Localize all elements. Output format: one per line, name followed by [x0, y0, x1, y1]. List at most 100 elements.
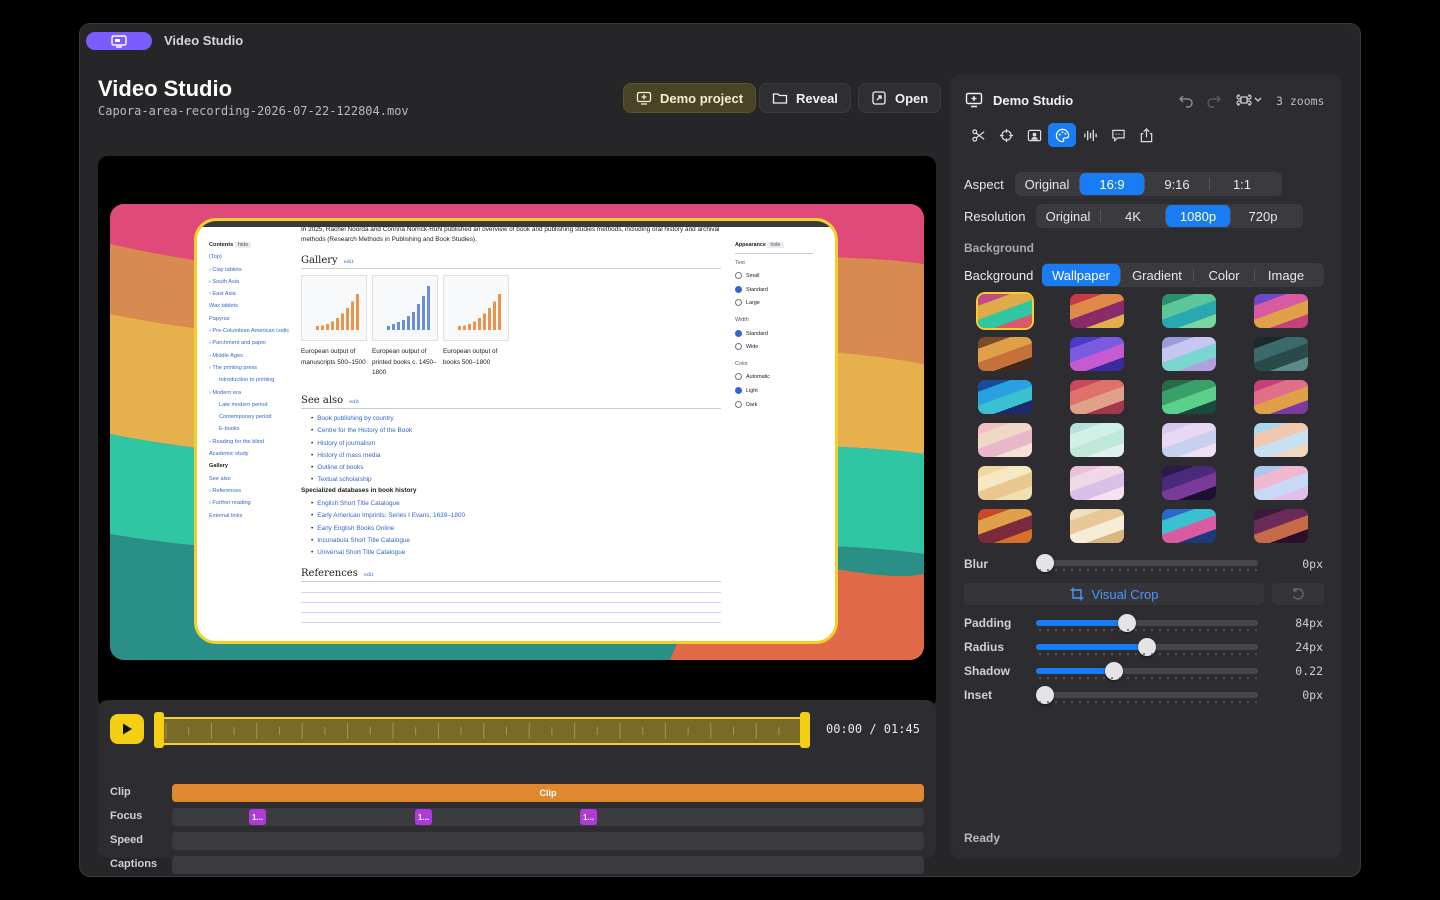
toc-item[interactable]: › Further reading	[209, 497, 289, 509]
gallery-item[interactable]: European output of books 500–1800	[443, 275, 509, 368]
segment-option-image[interactable]: Image	[1255, 264, 1317, 286]
toc-item[interactable]: Papyrus	[209, 313, 289, 325]
toc-item[interactable]: Late modern period	[209, 399, 289, 411]
appearance-radio-option[interactable]: Wide	[735, 341, 813, 355]
wallpaper-swatch[interactable]	[1162, 509, 1216, 543]
toc-item[interactable]: Academic study	[209, 448, 289, 460]
toc-item[interactable]: › Reading for the blind	[209, 436, 289, 448]
segment-option-1080p[interactable]: 1080p	[1166, 205, 1230, 227]
wallpaper-swatch[interactable]	[1070, 423, 1124, 457]
padding-slider[interactable]	[1036, 614, 1258, 632]
visual-crop-button[interactable]: Visual Crop	[964, 583, 1264, 605]
inset-slider[interactable]	[1036, 686, 1258, 704]
toc-item[interactable]: External links	[209, 510, 289, 522]
audio-tool-tab[interactable]	[1076, 123, 1104, 147]
focus-marker[interactable]: 1...	[580, 809, 597, 825]
wallpaper-swatch[interactable]	[1162, 380, 1216, 414]
reset-crop-button[interactable]	[1272, 583, 1324, 605]
appearance-radio-option[interactable]: Automatic	[735, 371, 813, 385]
wallpaper-swatch[interactable]	[1254, 380, 1308, 414]
clip-segment[interactable]: Clip	[172, 784, 924, 802]
article-link[interactable]: • Centre for the History of the Book	[311, 425, 412, 437]
wallpaper-swatch[interactable]	[1162, 294, 1216, 328]
undo-icon[interactable]	[1178, 92, 1194, 108]
open-button[interactable]: Open	[858, 83, 942, 113]
toc-item[interactable]: › Parchment and paper	[209, 337, 289, 349]
wallpaper-swatch[interactable]	[978, 294, 1032, 328]
toc-item[interactable]: › Clay tablets	[209, 264, 289, 276]
article-link[interactable]: • Universal Short Title Catalogue	[311, 547, 465, 559]
toc-item[interactable]: Wax tablets	[209, 300, 289, 312]
wallpaper-swatch[interactable]	[1254, 466, 1308, 500]
article-link[interactable]: • Incunabula Short Title Catalogue	[311, 535, 465, 547]
appearance-radio-option[interactable]: Standard	[735, 328, 813, 342]
toc-item[interactable]: E-books	[209, 423, 289, 435]
article-link[interactable]: • History of mass media	[311, 450, 412, 462]
appearance-radio-option[interactable]: Small	[735, 270, 813, 284]
appearance-radio-option[interactable]: Large	[735, 297, 813, 311]
toc-item[interactable]: Introduction to printing	[209, 374, 289, 386]
segment-option-720p[interactable]: 720p	[1231, 205, 1295, 227]
trim-end-handle[interactable]	[800, 712, 810, 748]
wallpaper-swatch[interactable]	[1070, 294, 1124, 328]
toc-item[interactable]: › The printing press	[209, 362, 289, 374]
article-link[interactable]: • History of journalism	[311, 438, 412, 450]
toc-item[interactable]: Contemporary period	[209, 411, 289, 423]
wallpaper-swatch[interactable]	[1070, 509, 1124, 543]
segment-option-1-1[interactable]: 1:1	[1210, 173, 1274, 195]
wallpaper-swatch[interactable]	[978, 337, 1032, 371]
article-link[interactable]: • Book publishing by country	[311, 413, 412, 425]
toc-item[interactable]: › South Asia	[209, 276, 289, 288]
gallery-item[interactable]: European output of printed books c. 1450…	[372, 275, 438, 379]
gallery-item[interactable]: European output of manuscripts 500–1500	[301, 275, 367, 368]
background-tool-tab[interactable]	[1048, 123, 1076, 147]
app-icon[interactable]	[86, 32, 152, 50]
wallpaper-swatch[interactable]	[978, 380, 1032, 414]
focus-marker[interactable]: 1...	[415, 809, 432, 825]
toc-item[interactable]: › Middle Ages	[209, 350, 289, 362]
segment-option-original[interactable]: Original	[1036, 205, 1100, 227]
segment-option-color[interactable]: Color	[1194, 264, 1254, 286]
wallpaper-swatch[interactable]	[978, 466, 1032, 500]
shadow-slider[interactable]	[1036, 662, 1258, 680]
trim-tool-tab[interactable]	[964, 123, 992, 147]
appearance-radio-option[interactable]: Light	[735, 385, 813, 399]
captions-tool-tab[interactable]	[1104, 123, 1132, 147]
toc-item[interactable]: › East Asia	[209, 288, 289, 300]
focus-tool-tab[interactable]	[992, 123, 1020, 147]
wallpaper-swatch[interactable]	[1162, 466, 1216, 500]
segment-option-gradient[interactable]: Gradient	[1121, 264, 1193, 286]
wallpaper-swatch[interactable]	[1254, 294, 1308, 328]
segment-option-9-16[interactable]: 9:16	[1145, 173, 1209, 195]
article-link[interactable]: • English Short Title Catalogue	[311, 498, 465, 510]
appearance-radio-option[interactable]: Dark	[735, 399, 813, 413]
segment-option-original[interactable]: Original	[1015, 173, 1079, 195]
focus-marker[interactable]: 1...	[249, 809, 266, 825]
appearance-radio-option[interactable]: Standard	[735, 284, 813, 298]
export-tool-tab[interactable]	[1132, 123, 1160, 147]
toc-item[interactable]: Gallery	[209, 460, 289, 472]
wallpaper-swatch[interactable]	[1070, 466, 1124, 500]
wallpaper-swatch[interactable]	[978, 509, 1032, 543]
toc-hide-button[interactable]: hide	[234, 242, 252, 248]
speed-track[interactable]	[172, 832, 924, 850]
wallpaper-swatch[interactable]	[1254, 337, 1308, 371]
radius-slider[interactable]	[1036, 638, 1258, 656]
article-link[interactable]: • Early English Books Online	[311, 523, 465, 535]
wallpaper-swatch[interactable]	[1070, 380, 1124, 414]
timeline-scrubber[interactable]	[158, 717, 804, 745]
video-preview[interactable]: Contents hide (Top) › Clay tablets › South…	[98, 156, 936, 708]
wallpaper-swatch[interactable]	[1254, 509, 1308, 543]
blur-slider[interactable]	[1036, 554, 1258, 572]
wallpaper-swatch[interactable]	[1254, 423, 1308, 457]
wallpaper-swatch[interactable]	[1070, 337, 1124, 371]
wallpaper-swatch[interactable]	[1162, 337, 1216, 371]
play-button[interactable]	[110, 714, 144, 744]
toc-item[interactable]: › Modern era	[209, 387, 289, 399]
toc-item[interactable]: See also	[209, 473, 289, 485]
focus-track[interactable]: 1... 1... 1...	[172, 808, 924, 826]
demo-project-button[interactable]: Demo project	[623, 83, 757, 113]
segment-option-wallpaper[interactable]: Wallpaper	[1042, 264, 1120, 286]
article-link[interactable]: • Outline of books	[311, 462, 412, 474]
article-link[interactable]: • Early American Imprints: Series I Evans…	[311, 510, 465, 522]
